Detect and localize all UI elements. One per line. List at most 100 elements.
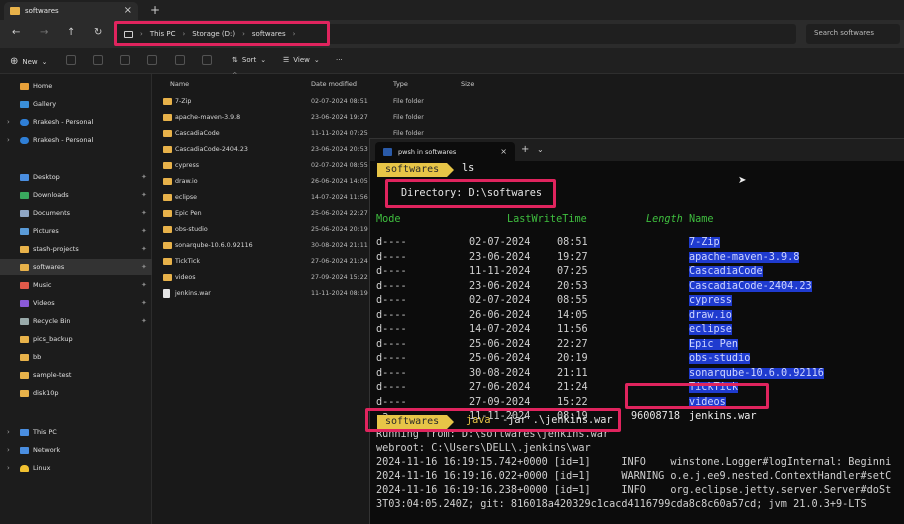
sidebar-item-network[interactable]: › Network	[0, 442, 152, 458]
view-button[interactable]: ☰ View ⌄	[283, 56, 320, 64]
breadcrumb-softwares[interactable]: softwares	[252, 30, 286, 38]
copy-icon[interactable]	[93, 55, 103, 65]
delete-icon[interactable]	[202, 55, 212, 65]
sidebar-item-music[interactable]: Music ✦	[0, 277, 152, 293]
cut-icon[interactable]	[66, 55, 76, 65]
chevron-right-icon: ›	[242, 30, 245, 38]
folder-icon	[163, 226, 172, 233]
file-date: 30-08-2024 21:11	[311, 242, 368, 249]
sidebar-item-label: Gallery	[33, 100, 57, 108]
close-icon[interactable]: ×	[500, 147, 507, 156]
sidebar-item-desktop[interactable]: Desktop ✦	[0, 169, 152, 185]
pin-icon: ✦	[141, 245, 147, 253]
sidebar-item-disk10p[interactable]: disk10p	[0, 385, 152, 401]
sidebar-item-onedrive-2[interactable]: › Rrakesh - Personal	[0, 132, 152, 148]
sidebar-item-onedrive-1[interactable]: › Rrakesh - Personal	[0, 114, 152, 130]
chevron-right-icon[interactable]: ›	[7, 446, 10, 454]
folder-icon	[20, 371, 29, 379]
ls-name: cypress	[689, 295, 732, 306]
sidebar-item-linux[interactable]: › Linux	[0, 460, 152, 476]
sidebar-item-pictures[interactable]: Pictures ✦	[0, 223, 152, 239]
column-header-type[interactable]: Type	[393, 80, 408, 88]
back-icon[interactable]: ←	[12, 27, 20, 38]
breadcrumb-storage[interactable]: Storage (D:)	[192, 30, 235, 38]
ls-date: 02-07-2024	[469, 237, 531, 248]
chevron-right-icon[interactable]: ›	[7, 428, 10, 436]
ls-mode: d----	[376, 280, 407, 292]
ls-date: 25-06-2024	[469, 353, 531, 364]
up-icon[interactable]: ↑	[67, 27, 75, 38]
sidebar-item-recycle-bin[interactable]: Recycle Bin ✦	[0, 313, 152, 329]
chevron-right-icon[interactable]: ›	[7, 136, 10, 144]
ls-mode: d----	[376, 295, 407, 306]
file-row[interactable]: 7-Zip 02-07-2024 08:51 File folder	[152, 95, 904, 109]
sidebar-item-downloads[interactable]: Downloads ✦	[0, 187, 152, 203]
more-button[interactable]: ···	[336, 56, 343, 64]
file-name: CascadiaCode-2404.23	[175, 146, 248, 153]
output-line: webroot: C:\Users\DELL\.jenkins\war	[376, 443, 591, 454]
chevron-right-icon[interactable]: ›	[293, 30, 296, 38]
folder-icon	[20, 353, 29, 361]
chevron-right-icon[interactable]: ›	[7, 464, 10, 472]
sidebar-item-home[interactable]: Home	[0, 78, 152, 94]
file-type: File folder	[393, 114, 424, 121]
ls-mode: d----	[376, 382, 407, 393]
output-line: 2024-11-16 16:19:16.238+0000 [id=1] INFO…	[376, 485, 892, 496]
folder-icon	[20, 245, 29, 253]
file-date: 23-06-2024 19:27	[311, 114, 368, 121]
terminal-window[interactable]: pwsh in softwares × + ⌄ softwares ls Dir…	[369, 138, 904, 524]
ls-name: sonarqube-10.6.0.92116	[689, 367, 824, 379]
sidebar-item-sample-test[interactable]: sample-test	[0, 367, 152, 383]
column-header-name[interactable]: Name	[170, 80, 189, 88]
sidebar-item-gallery[interactable]: Gallery	[0, 96, 152, 112]
file-name: eclipse	[175, 194, 197, 201]
ls-length: 96008718	[631, 411, 681, 422]
command-java: java	[466, 415, 491, 426]
ls-name: apache-maven-3.9.8	[689, 251, 800, 263]
rename-icon[interactable]	[147, 55, 157, 65]
sidebar-item-videos[interactable]: Videos ✦	[0, 295, 152, 311]
pin-icon: ✦	[141, 263, 147, 271]
new-tab-icon[interactable]: +	[521, 144, 529, 155]
refresh-icon[interactable]: ↻	[94, 27, 102, 38]
sidebar-item-this-pc[interactable]: › This PC	[0, 424, 152, 440]
sort-button[interactable]: ⇅ Sort ⌄	[232, 56, 266, 64]
ls-name: jenkins.war	[689, 411, 757, 422]
ls-time: 08:55	[557, 295, 588, 306]
address-bar[interactable]: › This PC › Storage (D:) › softwares ›	[116, 24, 796, 44]
explorer-tab[interactable]: softwares ×	[4, 2, 138, 20]
linux-icon	[20, 464, 29, 472]
paste-icon[interactable]	[120, 55, 130, 65]
terminal-tab[interactable]: pwsh in softwares ×	[375, 142, 515, 161]
chevron-right-icon[interactable]: ›	[7, 118, 10, 126]
sidebar-item-label: stash-projects	[33, 245, 79, 253]
sidebar-item-stash-projects[interactable]: stash-projects ✦	[0, 241, 152, 257]
new-button[interactable]: ⊕ New ⌄	[10, 56, 48, 67]
picture-icon	[20, 227, 29, 235]
ls-time: 14:05	[557, 309, 588, 321]
chevron-down-icon[interactable]: ⌄	[537, 145, 544, 154]
mouse-cursor-icon: ➤	[738, 175, 747, 186]
breadcrumb-this-pc[interactable]: This PC	[150, 30, 176, 38]
forward-icon[interactable]: →	[40, 27, 48, 38]
pin-icon: ✦	[141, 299, 147, 307]
sidebar-item-documents[interactable]: Documents ✦	[0, 205, 152, 221]
folder-icon	[163, 258, 172, 265]
close-icon[interactable]: ×	[124, 5, 132, 16]
new-tab-icon[interactable]: +	[150, 3, 160, 17]
directory-line: Directory: D:\softwares	[401, 188, 543, 199]
sidebar-item-pics-backup[interactable]: pics_backup	[0, 331, 152, 347]
file-name: CascadiaCode	[175, 130, 220, 137]
column-header-size[interactable]: Size	[461, 80, 474, 88]
view-button-label: View	[293, 56, 310, 64]
header-lastwritetime: LastWriteTime	[507, 214, 587, 225]
ls-name: eclipse	[689, 324, 732, 335]
sidebar-item-softwares[interactable]: softwares ✦	[0, 259, 152, 275]
sidebar-item-bb[interactable]: bb	[0, 349, 152, 365]
ls-name: draw.io	[689, 309, 732, 321]
pin-icon: ✦	[141, 191, 147, 199]
search-input[interactable]: Search softwares	[806, 24, 900, 44]
column-header-date[interactable]: Date modified	[311, 80, 357, 88]
share-icon[interactable]	[175, 55, 185, 65]
file-row[interactable]: apache-maven-3.9.8 23-06-2024 19:27 File f…	[152, 111, 904, 125]
